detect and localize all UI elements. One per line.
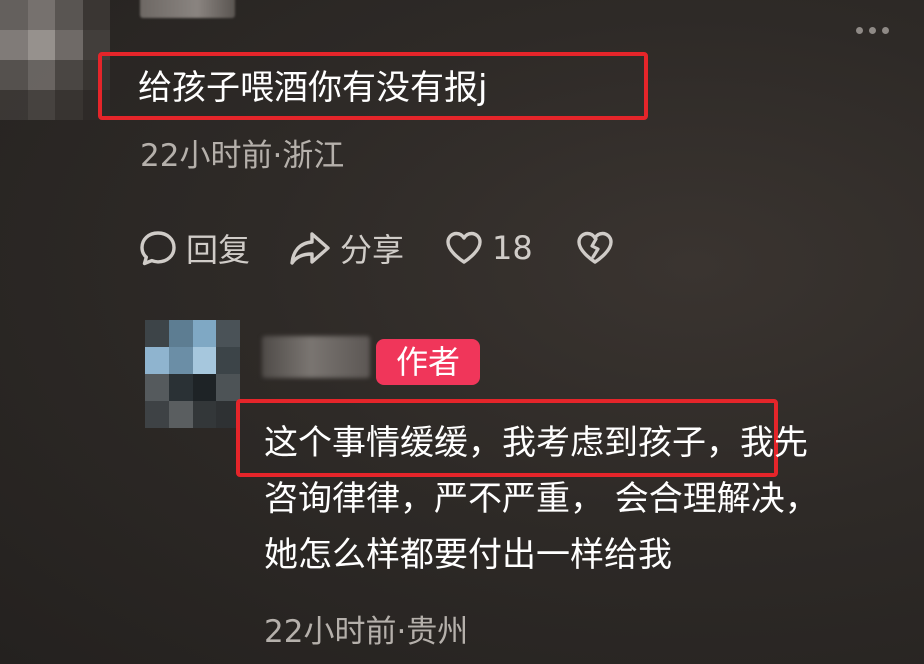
comment-meta: 22小时前·浙江 [140, 138, 345, 174]
broken-heart-icon [575, 228, 615, 268]
share-label: 分享 [340, 231, 405, 269]
share-button[interactable]: 分享 [288, 225, 404, 271]
comment-bubble-icon [138, 228, 178, 268]
comment-text: 给孩子喂酒你有没有报j [138, 68, 488, 108]
avatar-commenter[interactable] [0, 0, 110, 120]
commenter-name-blurred[interactable] [140, 0, 235, 18]
reply-meta: 22小时前·贵州 [264, 614, 469, 650]
dislike-button[interactable] [575, 228, 615, 268]
reply-label: 回复 [186, 231, 251, 269]
reply-text-line: 咨询律律，严不严重， 会合理解决， [264, 479, 819, 519]
author-badge: 作者 [376, 339, 480, 385]
reply-text-line: 这个事情缓缓，我考虑到孩子，我先 [264, 423, 808, 463]
more-dots-icon[interactable] [856, 22, 896, 38]
reply-text-line: 她怎么样都要付出一样给我 [264, 535, 672, 575]
reply-button[interactable]: 回复 [138, 225, 250, 271]
author-name-blurred[interactable] [262, 336, 370, 378]
reply-text: 这个事情缓缓，我考虑到孩子，我先 咨询律律，严不严重， 会合理解决， 她怎么样都… [264, 415, 914, 583]
like-count: 18 [492, 229, 533, 267]
heart-icon [444, 228, 484, 268]
like-button[interactable]: 18 [444, 228, 533, 268]
share-arrow-icon [288, 228, 332, 268]
comment-actions-bar: 回复 分享 18 [138, 225, 615, 271]
avatar-author[interactable] [145, 320, 240, 428]
